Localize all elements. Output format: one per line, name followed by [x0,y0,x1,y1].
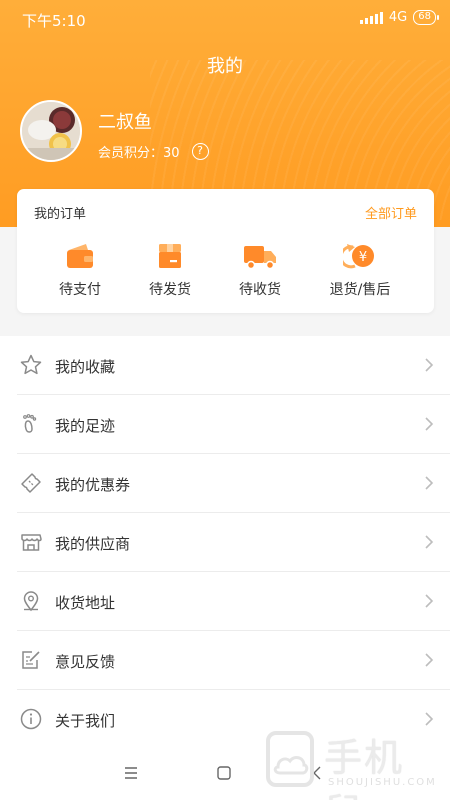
menu-label: 关于我们 [55,712,116,730]
order-status-pending-payment[interactable]: 待支付 [35,241,125,299]
menu-item-feedback[interactable]: 意见反馈 [0,631,450,690]
orders-title: 我的订单 [34,207,87,222]
avatar-photo [22,102,80,160]
location-pin-icon [23,591,39,612]
star-icon [20,354,42,375]
watermark-logo [266,731,314,787]
coupon-icon [21,473,41,493]
wallet-icon [67,244,93,268]
order-status-pending-receipt[interactable]: 待收货 [215,241,305,299]
user-name[interactable]: 二叔鱼 [98,108,152,134]
chevron-right-icon [425,712,434,726]
status-indicators: 4G 68 [359,10,439,25]
chevron-right-icon [425,653,434,667]
menu-label: 收货地址 [55,594,116,612]
order-label: 待支付 [59,282,101,298]
chevron-right-icon [425,417,434,431]
all-orders-link[interactable]: 全部订单 [365,203,417,222]
info-icon [20,708,42,730]
menu-label: 我的足迹 [55,417,116,435]
network-type: 4G [388,10,408,25]
member-points: 会员积分：30 ? [98,142,209,161]
member-points-label: 会员积分：30 [98,146,180,161]
order-status-pending-shipment[interactable]: 待发货 [125,241,215,299]
chevron-right-icon [425,358,434,372]
menu-item-footprints[interactable]: 我的足迹 [0,395,450,454]
home-icon[interactable] [215,764,233,782]
menu-item-favorites[interactable]: 我的收藏 [0,336,450,395]
store-icon [21,534,42,551]
order-label: 待发货 [149,282,191,298]
watermark-text: 手机鼠 [324,736,405,800]
order-label: 待收货 [239,282,281,298]
menu-label: 我的供应商 [55,535,131,553]
chevron-right-icon [425,476,434,490]
help-icon[interactable]: ? [191,143,209,160]
signal-icon [359,11,383,24]
chevron-right-icon [425,594,434,608]
refund-icon: ¥ [343,244,374,269]
menu-label: 我的收藏 [55,358,116,376]
page-title: 我的 [207,56,243,77]
orders-card: 我的订单 全部订单 待支付 待发货 待收货 ¥ 退货/售后 [17,189,434,313]
box-icon [159,244,181,268]
watermark: 手机鼠 SHOUJISHU.COM [262,727,442,800]
menu-label: 意见反馈 [55,653,116,671]
order-label: 退货/售后 [329,282,391,298]
avatar[interactable] [20,100,82,162]
menu-icon[interactable] [122,764,140,782]
menu-item-address[interactable]: 收货地址 [0,572,450,631]
battery-icon: 68 [413,10,439,25]
menu-item-suppliers[interactable]: 我的供应商 [0,513,450,572]
menu-label: 我的优惠券 [55,476,131,494]
truck-icon [244,246,276,270]
status-time: 下午5:10 [22,12,86,30]
menu-list: 我的收藏 我的足迹 我的优惠券 我的供应商 收货地址 意见反馈 关于我们 [0,336,450,749]
svg-text:¥: ¥ [359,250,367,265]
footprint-icon [23,414,37,433]
chevron-right-icon [425,535,434,549]
menu-item-coupons[interactable]: 我的优惠券 [0,454,450,513]
feedback-icon [22,651,40,669]
watermark-subtext: SHOUJISHU.COM [328,777,437,788]
order-status-refund[interactable]: ¥ 退货/售后 [315,241,405,299]
status-bar: 下午5:10 4G 68 [0,0,450,38]
